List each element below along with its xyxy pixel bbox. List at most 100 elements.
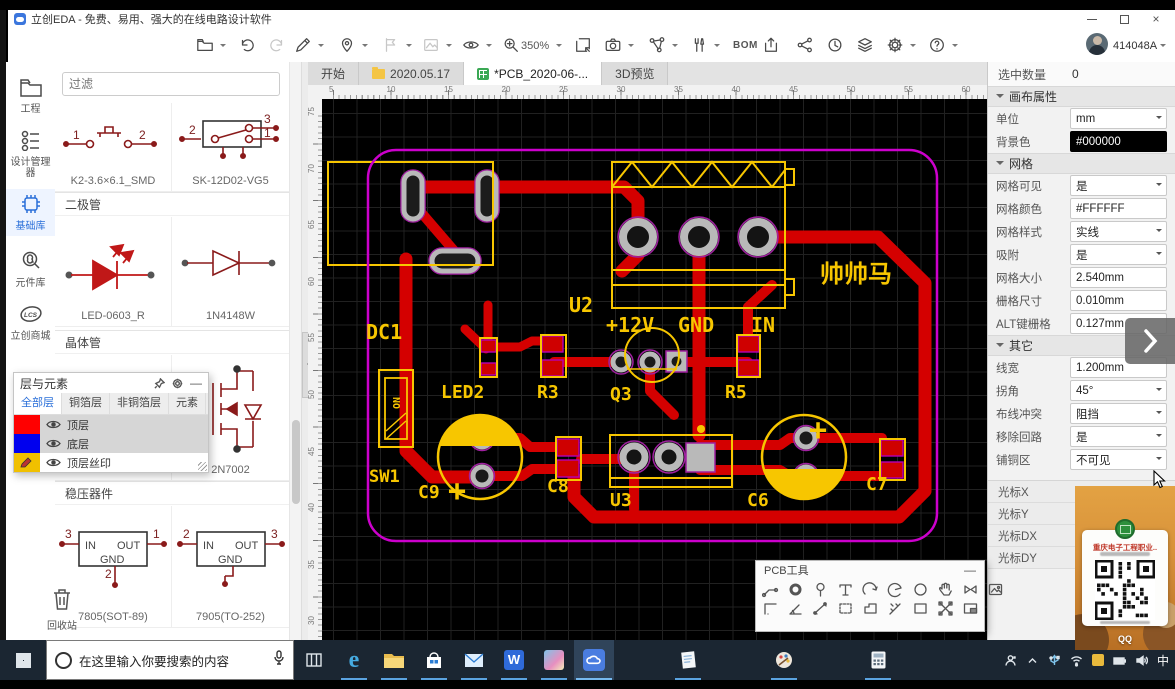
taskbar-item-task-view[interactable] <box>294 640 334 680</box>
grid-visible-select[interactable]: 是 <box>1070 175 1167 196</box>
image-tool-icon[interactable] <box>987 581 1004 598</box>
sidebar-item-lcsc-mall[interactable]: LCS 立创商城 <box>6 303 55 342</box>
pin-icon[interactable] <box>154 378 165 389</box>
remove-loop-select[interactable]: 是 <box>1070 426 1167 447</box>
zoom-button[interactable] <box>502 36 522 56</box>
avatar[interactable] <box>1086 33 1108 55</box>
library-item-slide-switch[interactable]: 2 3 1 SK-12D02-VG5 <box>172 103 289 192</box>
tab-start[interactable]: 开始 <box>308 62 359 85</box>
taskbar-item-game[interactable] <box>534 640 574 680</box>
library-item-1n4148[interactable]: 1N4148W <box>172 217 289 327</box>
tools-button[interactable] <box>690 36 710 56</box>
layer-color-swatch[interactable] <box>14 434 40 453</box>
netlist-button[interactable] <box>648 36 668 56</box>
layer-color-swatch[interactable] <box>14 453 40 472</box>
collapse-icon[interactable]: — <box>190 379 202 387</box>
section-grid[interactable]: 网格 <box>988 153 1175 174</box>
library-item-7905[interactable]: IN OUT GND 2 3 7905(TO-252) <box>172 506 289 628</box>
taskbar-item-notepad[interactable] <box>668 640 708 680</box>
corner-select[interactable]: 45° <box>1070 380 1167 401</box>
undo-button[interactable] <box>238 36 258 56</box>
pcb-canvas[interactable]: DC1U2+12VGNDIN帅帅马LED2R3Q3R5SW1C9C8U3C6C7… <box>322 99 988 640</box>
snap-size-input[interactable]: 0.010mm <box>1070 290 1167 311</box>
scroll-up-icon[interactable] <box>293 106 299 112</box>
drill-tool-icon[interactable] <box>887 600 904 617</box>
layers-tab-elements[interactable]: 元素 <box>169 393 206 414</box>
measure-tool-icon[interactable] <box>812 600 829 617</box>
origin-button[interactable] <box>338 36 358 56</box>
routing-conflict-select[interactable]: 阻挡 <box>1070 403 1167 424</box>
bom-button[interactable]: BOM <box>733 40 758 51</box>
history-button[interactable] <box>826 36 846 56</box>
connect-tool-icon[interactable] <box>962 581 979 598</box>
copper-area-tool-icon[interactable] <box>937 600 954 617</box>
via-tool-icon[interactable] <box>812 581 829 598</box>
layers-tab-copper[interactable]: 铜箔层 <box>62 393 110 414</box>
settings-button[interactable] <box>886 36 906 56</box>
sidebar-item-project[interactable]: 工程 <box>6 76 55 115</box>
tab-3d-preview[interactable]: 3D预览 <box>602 62 668 85</box>
layer-row-bottom[interactable]: 底层 <box>14 434 208 453</box>
corner-tool-icon[interactable] <box>762 600 779 617</box>
file-button[interactable] <box>196 36 216 56</box>
promo-ad[interactable]: 重庆电子工程职业.. QQ <box>1075 486 1175 650</box>
filter-input[interactable] <box>62 72 280 96</box>
background-color-field[interactable]: #000000 <box>1070 131 1167 152</box>
taskbar-item-mail[interactable] <box>454 640 494 680</box>
grid-size-input[interactable]: 2.540mm <box>1070 267 1167 288</box>
usb-icon[interactable] <box>1048 654 1061 667</box>
taskbar-item-wps[interactable]: W <box>494 640 534 680</box>
polygon-tool-icon[interactable] <box>862 600 879 617</box>
panelize-tool-icon[interactable] <box>962 600 979 617</box>
layers-tab-noncopper[interactable]: 非铜箔层 <box>110 393 169 414</box>
angle-tool-icon[interactable] <box>787 600 804 617</box>
export-button[interactable] <box>762 36 782 56</box>
track-tool-icon[interactable] <box>762 581 779 598</box>
layers-tab-all[interactable]: 全部层 <box>14 393 62 414</box>
copper-zone-select[interactable]: 不可见 <box>1070 449 1167 470</box>
speaker-icon[interactable] <box>1135 654 1148 667</box>
gear-icon[interactable] <box>172 378 183 389</box>
taskbar-item-store[interactable] <box>414 640 454 680</box>
text-tool-icon[interactable] <box>837 581 854 598</box>
eye-icon[interactable] <box>46 420 61 429</box>
sidebar-item-design-manager[interactable]: 设计管理器 <box>6 129 55 179</box>
taskbar-item-eda[interactable] <box>574 640 614 680</box>
sidebar-item-common-library[interactable]: 基础库 <box>6 189 55 236</box>
app-tray-icon[interactable] <box>1092 654 1104 666</box>
pad-tool-icon[interactable] <box>787 581 804 598</box>
taskbar-item-paint[interactable] <box>764 640 804 680</box>
flag-button[interactable] <box>382 36 402 56</box>
image-button[interactable] <box>422 36 442 56</box>
units-select[interactable]: mm <box>1070 108 1167 129</box>
wifi-icon[interactable] <box>1070 654 1083 667</box>
close-button[interactable]: × <box>1151 14 1161 24</box>
restore-button[interactable] <box>1119 14 1129 24</box>
start-button[interactable] <box>0 640 46 680</box>
taskbar-item-explorer[interactable] <box>374 640 414 680</box>
minimize-icon[interactable]: — <box>964 565 976 575</box>
taskbar-item-edge[interactable]: e <box>334 640 374 680</box>
scrollbar-thumb[interactable] <box>292 420 300 504</box>
tab-project-folder[interactable]: 2020.05.17 <box>359 62 464 85</box>
camera-button[interactable] <box>604 36 624 56</box>
people-icon[interactable] <box>1004 654 1017 667</box>
taskbar-search[interactable]: 在这里输入你要搜索的内容 <box>46 640 294 680</box>
layer-row-top[interactable]: 顶层 <box>14 415 208 434</box>
scroll-down-icon[interactable] <box>293 628 299 634</box>
sidebar-item-parts-library[interactable]: 元件库 <box>6 250 55 289</box>
help-button[interactable] <box>928 36 948 56</box>
tray-expand-icon[interactable] <box>1026 654 1039 667</box>
circle-tool-icon[interactable] <box>912 581 929 598</box>
view-button[interactable] <box>462 36 482 56</box>
minimize-button[interactable] <box>1087 14 1097 24</box>
grid-style-select[interactable]: 实线 <box>1070 221 1167 242</box>
tab-pcb-document[interactable]: *PCB_2020-06-... <box>464 62 602 85</box>
layer-manager-button[interactable] <box>856 36 876 56</box>
ime-indicator[interactable]: 中 <box>1157 652 1169 669</box>
zoom-level[interactable]: 350% <box>521 40 549 52</box>
username[interactable]: 414048A <box>1113 40 1157 52</box>
panel-flyout-button[interactable] <box>1125 318 1175 364</box>
library-item-k2-switch[interactable]: 1 2 K2-3.6×6.1_SMD <box>55 103 172 192</box>
snap-select[interactable]: 是 <box>1070 244 1167 265</box>
